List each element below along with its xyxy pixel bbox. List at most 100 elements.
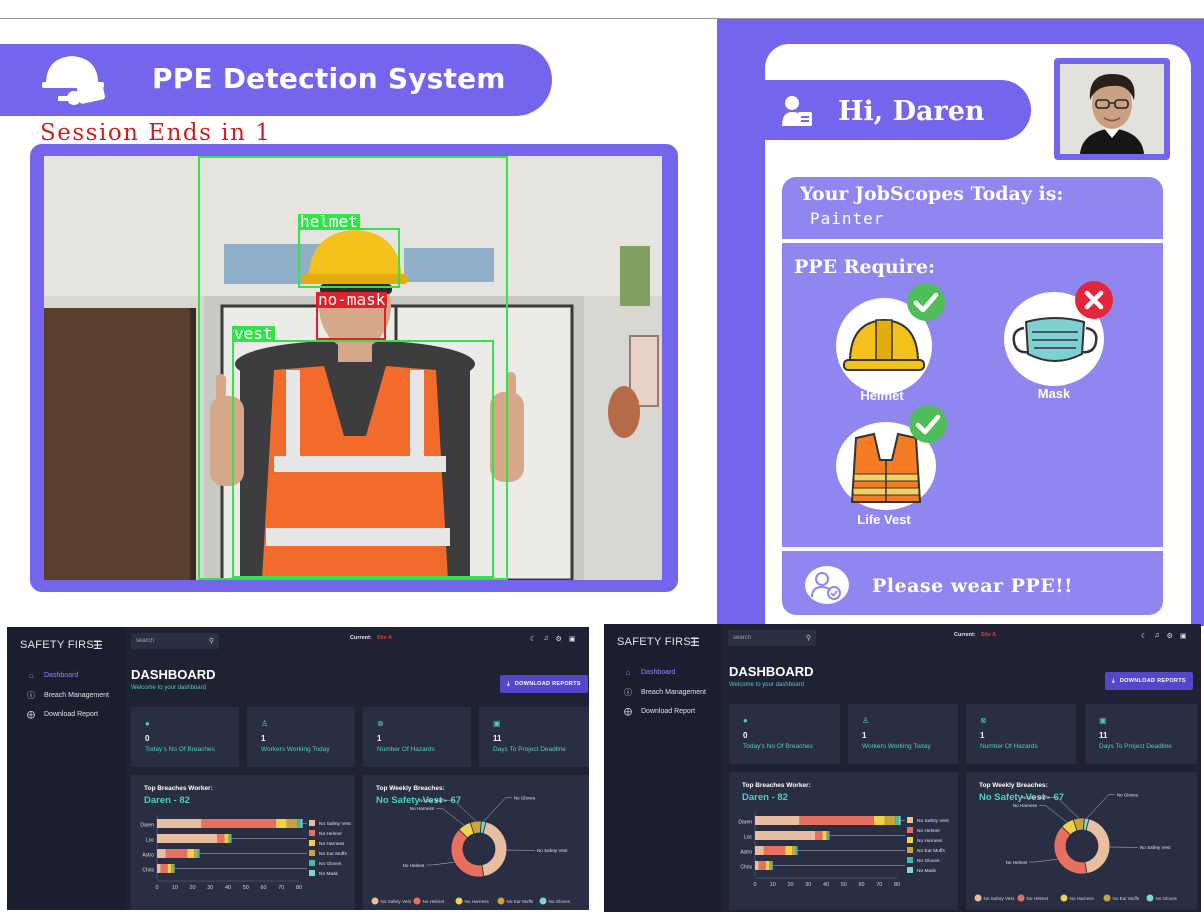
x-tick-label: 40 bbox=[225, 885, 231, 891]
sidebar-item-dashboard[interactable]: ⌂ Dashboard bbox=[27, 671, 79, 680]
search-input[interactable] bbox=[136, 638, 202, 644]
legend-swatch bbox=[907, 827, 913, 833]
dark-mode-icon[interactable]: ☾ bbox=[530, 635, 536, 643]
download-reports-button[interactable]: ⤓ DOWNLOAD REPORTS bbox=[500, 675, 588, 693]
hamburger-menu-icon[interactable]: ☰ bbox=[93, 639, 103, 652]
search-input[interactable] bbox=[733, 635, 799, 641]
x-tick-label: 70 bbox=[876, 882, 882, 888]
bar-segment bbox=[827, 831, 830, 840]
bar-segment bbox=[286, 819, 298, 828]
legend-label: No Mask bbox=[319, 871, 339, 877]
x-tick-label: 0 bbox=[753, 882, 756, 888]
legend-label: No Ear Muffs bbox=[319, 851, 348, 857]
dark-mode-icon[interactable]: ☾ bbox=[1141, 632, 1147, 640]
stat-value: 11 bbox=[493, 734, 502, 743]
bar-segment bbox=[755, 861, 759, 870]
legend-swatch bbox=[907, 837, 913, 843]
legend-label: No Harness bbox=[319, 841, 345, 847]
legend-label: No Gloves bbox=[319, 861, 342, 867]
camera-feed: helmet no-mask vest bbox=[44, 156, 662, 580]
search-box[interactable]: ⚲ bbox=[728, 630, 816, 646]
legend-swatch bbox=[907, 867, 913, 873]
sidebar-item-breach-management[interactable]: ⓘ Breach Management bbox=[27, 690, 109, 701]
bar-segment bbox=[157, 834, 218, 843]
legend-swatch bbox=[907, 857, 913, 863]
hamburger-menu-icon[interactable]: ☰ bbox=[690, 636, 700, 649]
stat-card-hazards: ⊗ 1 Number Of Hazards bbox=[363, 707, 471, 767]
ppe-item-label: Helmet bbox=[860, 388, 904, 403]
legend-dot bbox=[539, 897, 547, 905]
download-circle-icon: ⨁ bbox=[27, 710, 35, 719]
legend-label: No Mask bbox=[917, 868, 937, 874]
worker-portrait bbox=[1060, 64, 1164, 154]
stat-value: 0 bbox=[145, 734, 150, 743]
download-reports-button[interactable]: ⤓ DOWNLOAD REPORTS bbox=[1105, 672, 1193, 690]
legend-label: No Helmet bbox=[1027, 896, 1049, 901]
alert-icon: ● bbox=[145, 719, 150, 728]
top-breaches-worker-panel: Top Breaches Worker: Daren - 82 0 10 20 30 4… bbox=[729, 772, 958, 910]
search-icon[interactable]: ⚲ bbox=[806, 634, 811, 642]
app-title: PPE Detection System bbox=[152, 62, 506, 95]
bar-segment bbox=[171, 864, 173, 873]
stat-value: 0 bbox=[743, 731, 748, 740]
sidebar-item-download-report[interactable]: ⨁ Download Report bbox=[27, 710, 98, 719]
bar-segment bbox=[792, 846, 796, 855]
y-tick-label: Daren bbox=[738, 820, 752, 826]
legend-label: No Safety Vest bbox=[917, 818, 949, 824]
stat-label: Number Of Hazards bbox=[980, 743, 1038, 750]
ppe-item-mask: Mask bbox=[1004, 281, 1113, 401]
calendar-icon[interactable]: ▣ bbox=[1180, 632, 1187, 640]
brand-name: SAFETY FIRST bbox=[20, 639, 102, 651]
bell-icon[interactable]: ♫ bbox=[543, 635, 548, 643]
top-weekly-breaches-panel: Top Weekly Breaches: No Safety Vest - 67… bbox=[363, 775, 589, 910]
sidebar-item-download-report[interactable]: ⨁ Download Report bbox=[624, 707, 695, 716]
detection-label-vest: vest bbox=[232, 324, 275, 343]
bar-segment bbox=[815, 831, 823, 840]
download-circle-icon: ⨁ bbox=[624, 707, 632, 716]
x-tick-label: 20 bbox=[787, 882, 793, 888]
page-subtitle: Welcome to your dashboard bbox=[131, 685, 206, 691]
bell-icon[interactable]: ♫ bbox=[1154, 632, 1159, 640]
search-box[interactable]: ⚲ bbox=[131, 633, 219, 649]
y-tick-label: Daren bbox=[140, 823, 154, 829]
legend-dot bbox=[1017, 894, 1025, 902]
bar-segment bbox=[763, 846, 786, 855]
download-icon: ⤓ bbox=[507, 680, 510, 687]
bar-segment bbox=[157, 819, 202, 828]
bar-segment bbox=[165, 849, 188, 858]
calendar-icon[interactable]: ▣ bbox=[569, 635, 576, 643]
slice-leader-line bbox=[426, 861, 455, 866]
greeting-text: Hi, Daren bbox=[838, 96, 985, 127]
legend-label: No Safety Vest bbox=[984, 896, 1015, 901]
settings-icon[interactable]: ⚙ bbox=[556, 635, 562, 643]
legend-dot bbox=[497, 897, 505, 905]
slice-leader-line bbox=[1050, 797, 1079, 819]
donut-chart: No Safety Vest No Helmet No Harness No Ear … bbox=[974, 792, 1178, 902]
bar-segment bbox=[785, 846, 793, 855]
slice-label: No Ear Muffs bbox=[1022, 795, 1049, 800]
legend-label: No Safety Vest bbox=[319, 821, 351, 827]
bar-segment bbox=[799, 816, 874, 825]
stat-value: 1 bbox=[980, 731, 985, 740]
sidebar-item-dashboard[interactable]: ⌂ Dashboard bbox=[624, 668, 676, 677]
x-tick-label: 20 bbox=[189, 885, 195, 891]
download-icon: ⤓ bbox=[1112, 677, 1115, 684]
bar-segment bbox=[160, 864, 168, 873]
legend-label: No Ear Muffs bbox=[917, 848, 946, 854]
worker-profile-icon bbox=[782, 96, 812, 126]
x-tick-label: 10 bbox=[172, 885, 178, 891]
legend-label: No Gloves bbox=[917, 858, 940, 864]
search-icon[interactable]: ⚲ bbox=[209, 637, 214, 645]
toolbar-icons: ☾ ♫ ⚙ ▣ bbox=[530, 635, 575, 643]
bar-segment bbox=[826, 831, 828, 840]
settings-icon[interactable]: ⚙ bbox=[1167, 632, 1173, 640]
bar-segment bbox=[765, 861, 770, 870]
stat-label: Workers Working Today bbox=[862, 743, 931, 750]
workers-icon: ♙ bbox=[261, 719, 269, 728]
legend-dot bbox=[974, 894, 982, 902]
stat-card-deadline: ▣ 11 Days To Project Deadline bbox=[1085, 704, 1197, 764]
bar-segment bbox=[822, 831, 826, 840]
sidebar-item-breach-management[interactable]: ⓘ Breach Management bbox=[624, 687, 706, 698]
slice-label: No Ear Muffs bbox=[419, 798, 446, 803]
page-subtitle: Welcome to your dashboard bbox=[729, 682, 804, 688]
